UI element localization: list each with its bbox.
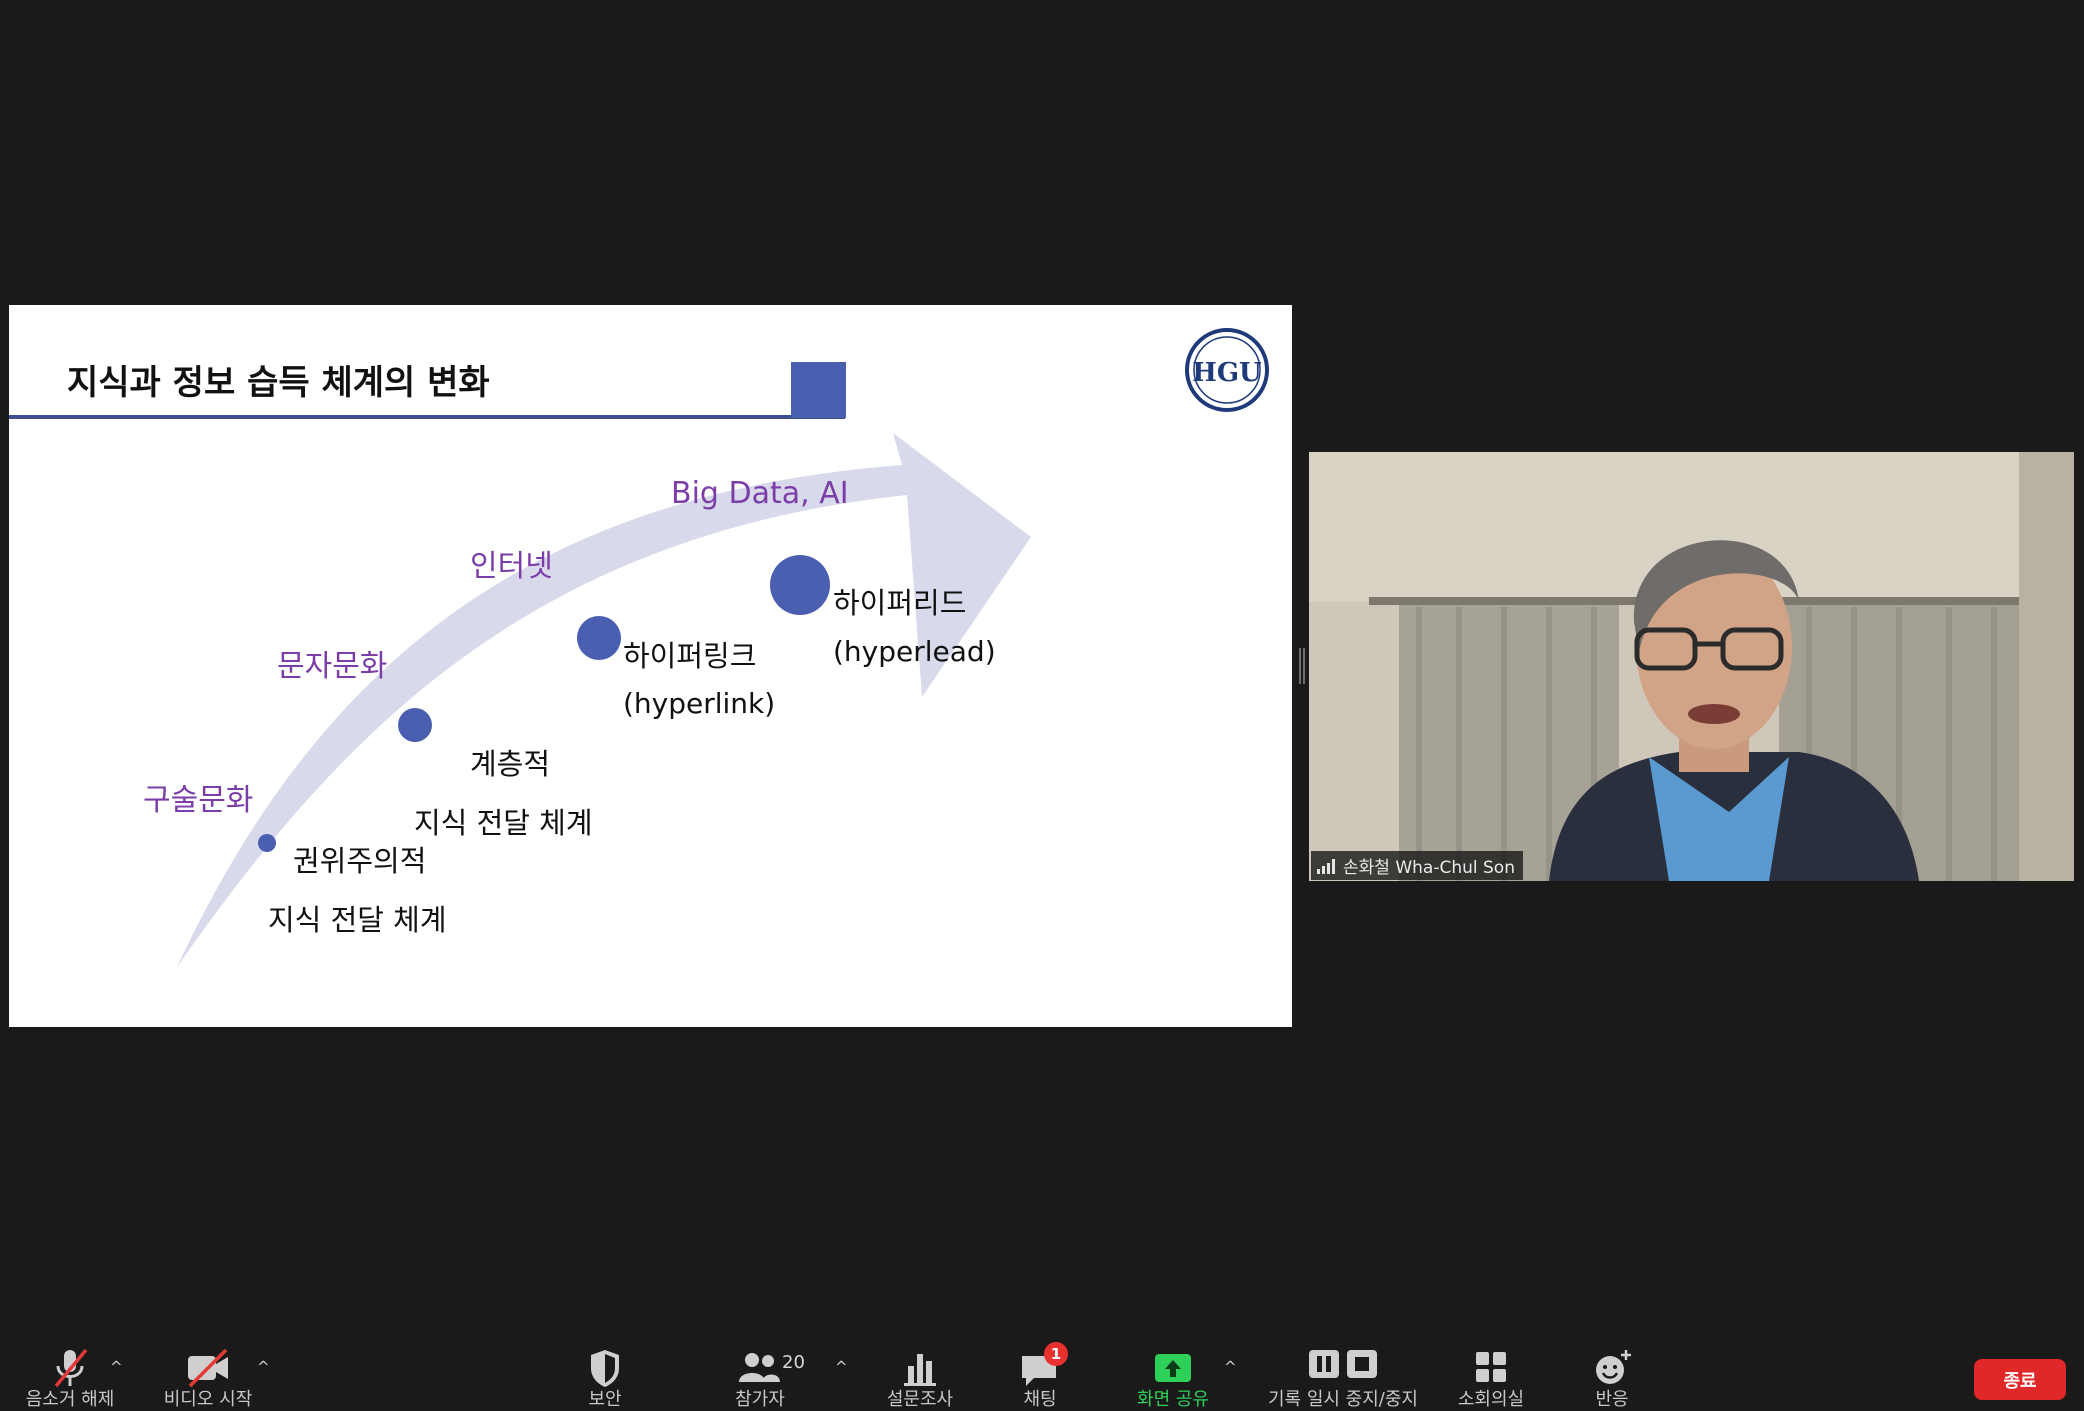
title-accent-square bbox=[791, 362, 846, 418]
slide-title: 지식과 정보 습득 체계의 변화 bbox=[67, 363, 490, 403]
record-pause-stop-button[interactable]: 기록 일시 중지/중지 bbox=[1258, 1330, 1428, 1411]
bar-chart-icon bbox=[896, 1346, 944, 1386]
stage-label-internet: 인터넷 bbox=[470, 549, 553, 584]
pause-stop-icon bbox=[1303, 1346, 1383, 1382]
participants-options-chevron-up-icon[interactable]: ^ bbox=[835, 1358, 848, 1376]
stage-desc-oral-1: 권위주의적 bbox=[293, 844, 426, 878]
emoji-add-icon bbox=[1588, 1346, 1636, 1384]
video-options-chevron-up-icon[interactable]: ^ bbox=[257, 1358, 270, 1376]
participant-video-feed bbox=[1309, 452, 2074, 881]
chat-bubble-icon: 1 bbox=[1016, 1342, 1068, 1386]
shield-icon bbox=[581, 1346, 629, 1387]
share-options-chevron-up-icon[interactable]: ^ bbox=[1224, 1358, 1237, 1376]
stage-desc-literacy-1: 계층적 bbox=[470, 747, 550, 781]
stage-dot-internet bbox=[577, 616, 621, 660]
chat-unread-badge: 1 bbox=[1044, 1342, 1068, 1366]
meeting-toolbar: 음소거 해제 ^ 비디오 시작 ^ 보안 20 참가자 ^ 설문조사 1 채팅 … bbox=[0, 1330, 2084, 1411]
end-meeting-button[interactable]: 종료 bbox=[1974, 1359, 2066, 1400]
stage-label-oral: 구술문화 bbox=[143, 783, 253, 818]
stage-desc-internet-2: (hyperlink) bbox=[623, 687, 775, 720]
stage-dot-literacy bbox=[398, 708, 432, 742]
breakout-rooms-button[interactable]: 소회의실 bbox=[1449, 1330, 1533, 1411]
reactions-button[interactable]: 반응 bbox=[1572, 1330, 1652, 1411]
view-splitter-handle[interactable] bbox=[1299, 648, 1305, 684]
grid-squares-icon bbox=[1467, 1346, 1515, 1382]
stage-desc-bigdata-1: 하이퍼리드 bbox=[833, 586, 966, 620]
stage-dot-bigdata bbox=[770, 555, 830, 615]
share-screen-icon bbox=[1149, 1346, 1197, 1382]
stage-label-literacy: 문자문화 bbox=[277, 649, 387, 684]
audio-options-chevron-up-icon[interactable]: ^ bbox=[110, 1358, 123, 1376]
participant-name-tag: 손화철 Wha-Chul Son bbox=[1311, 851, 1523, 880]
chat-button[interactable]: 1 채팅 bbox=[1000, 1330, 1080, 1411]
participant-name: 손화철 Wha-Chul Son bbox=[1343, 858, 1515, 878]
shared-slide: 지식과 정보 습득 체계의 변화 HGU 구술문화 문자문화 인터넷 Big D… bbox=[9, 305, 1292, 1027]
stage-dot-oral bbox=[258, 834, 276, 852]
university-logo-icon: HGU bbox=[1185, 328, 1269, 412]
participants-icon: 20 bbox=[736, 1346, 805, 1382]
microphone-muted-icon bbox=[46, 1346, 94, 1388]
stage-label-bigdata: Big Data, AI bbox=[671, 476, 849, 511]
title-underline bbox=[9, 415, 845, 419]
share-screen-button[interactable]: 화면 공유 bbox=[1128, 1330, 1218, 1411]
svg-text:HGU: HGU bbox=[1192, 358, 1262, 388]
slide-canvas: 지식과 정보 습득 체계의 변화 HGU 구술문화 문자문화 인터넷 Big D… bbox=[9, 328, 1269, 967]
progress-arrow-shape bbox=[177, 433, 1031, 967]
polls-button[interactable]: 설문조사 bbox=[878, 1330, 962, 1411]
video-off-icon bbox=[184, 1346, 232, 1388]
participants-count: 20 bbox=[782, 1352, 805, 1373]
participant-video-tile[interactable] bbox=[1309, 452, 2074, 881]
stage-desc-oral-2: 지식 전달 체계 bbox=[268, 903, 447, 937]
start-video-button[interactable]: 비디오 시작 bbox=[158, 1330, 258, 1411]
stage-desc-internet-1: 하이퍼링크 bbox=[623, 639, 756, 673]
mute-button[interactable]: 음소거 해제 bbox=[20, 1330, 120, 1411]
security-button[interactable]: 보안 bbox=[565, 1330, 645, 1411]
stage-desc-literacy-2: 지식 전달 체계 bbox=[414, 806, 593, 840]
participants-button[interactable]: 20 참가자 bbox=[720, 1330, 805, 1411]
stage-desc-bigdata-2: (hyperlead) bbox=[833, 635, 996, 668]
signal-bars-icon bbox=[1317, 858, 1335, 874]
